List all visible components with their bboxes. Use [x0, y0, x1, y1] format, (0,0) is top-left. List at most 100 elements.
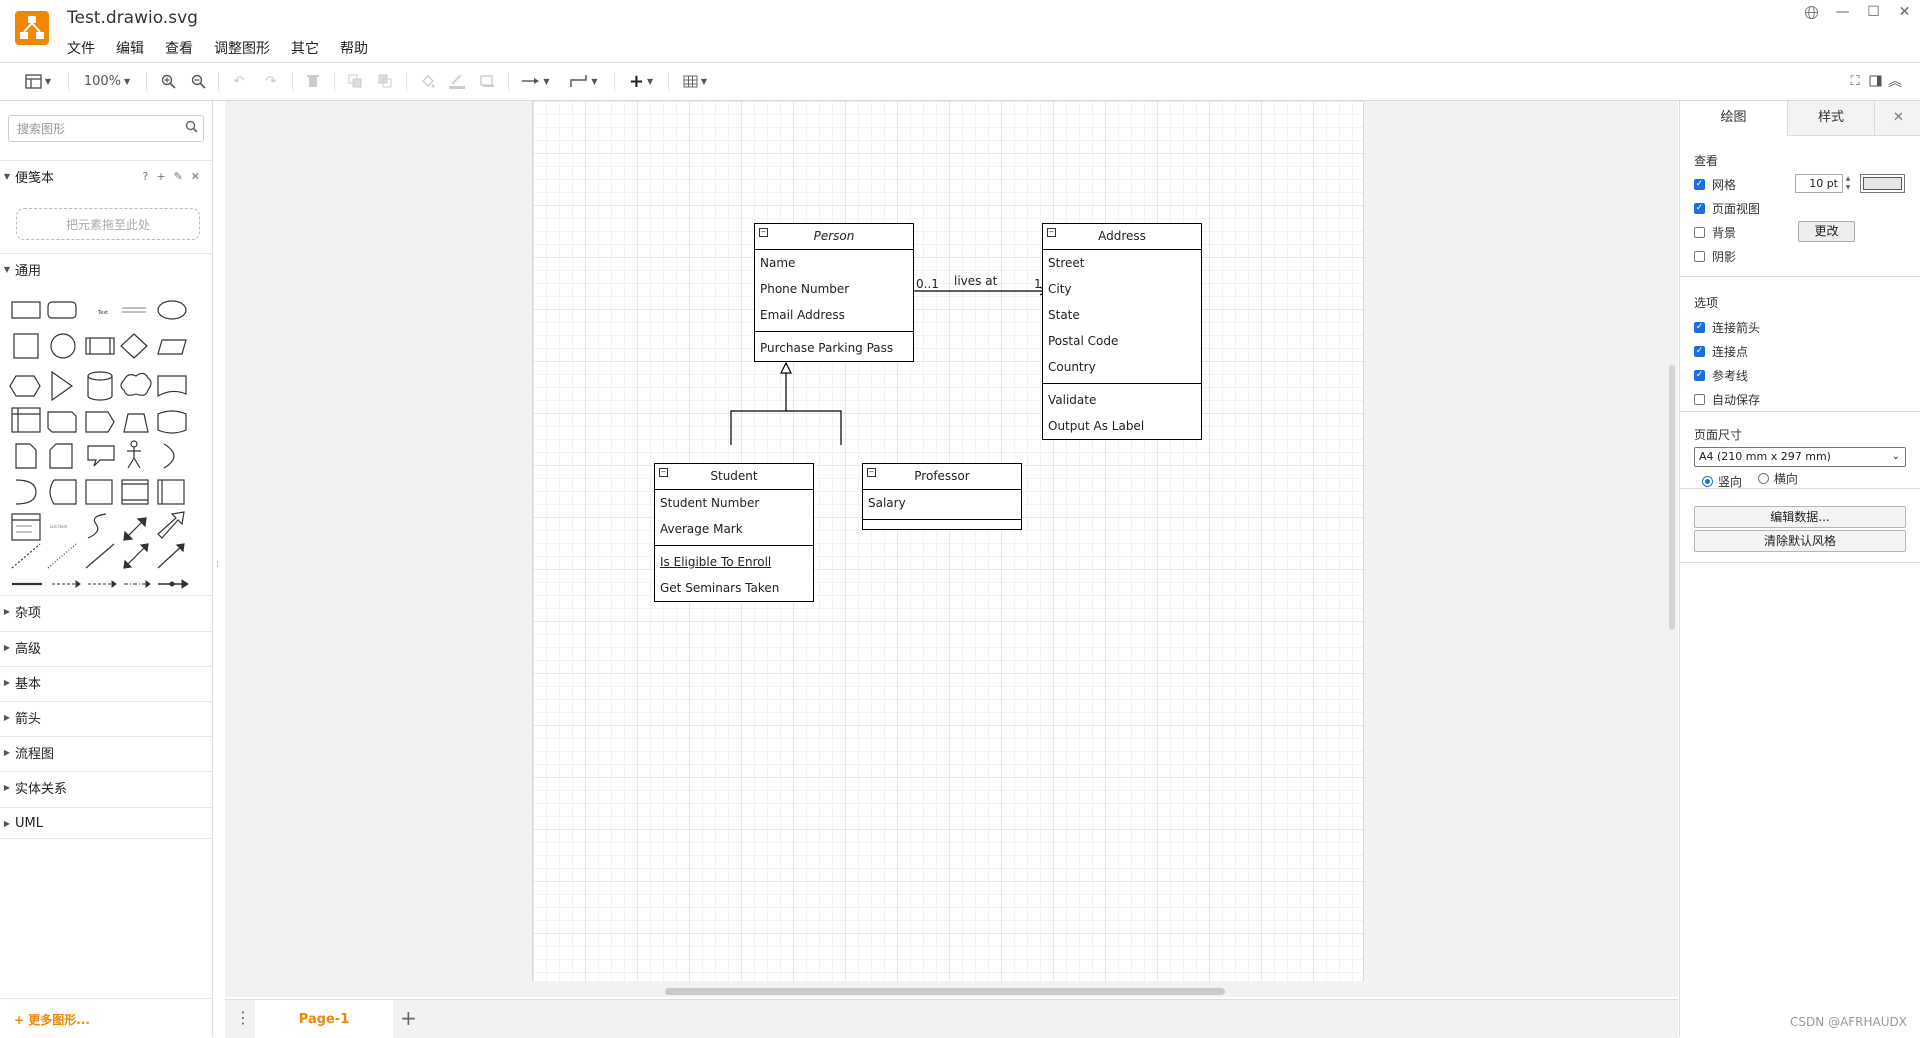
- close-icon[interactable]: ✕: [191, 170, 200, 183]
- menu-edit[interactable]: 编辑: [116, 38, 144, 58]
- checkbox-checked-icon[interactable]: [1694, 203, 1705, 214]
- attribute-row[interactable]: Country: [1043, 354, 1201, 380]
- collapse-icon[interactable]: ︽: [1886, 71, 1904, 91]
- add-icon[interactable]: +: [156, 170, 165, 183]
- category-basic[interactable]: ▶ 基本: [0, 666, 212, 697]
- association-label[interactable]: lives at: [954, 274, 997, 288]
- language-globe-icon[interactable]: [1796, 0, 1827, 24]
- page-view-checkbox[interactable]: 页面视图: [1694, 200, 1760, 217]
- collapse-icon[interactable]: −: [867, 468, 876, 477]
- portrait-radio[interactable]: 竖向: [1702, 473, 1742, 490]
- table-icon[interactable]: ▼: [678, 71, 712, 91]
- shape-search-input[interactable]: [15, 119, 179, 139]
- checkbox-unchecked-icon[interactable]: [1694, 227, 1705, 238]
- attribute-row[interactable]: Email Address: [755, 302, 913, 328]
- page-menu-icon[interactable]: ⋮: [235, 1008, 251, 1027]
- fullscreen-icon[interactable]: ⛶: [1846, 71, 1864, 91]
- line-color-icon[interactable]: [446, 71, 468, 91]
- landscape-radio[interactable]: 横向: [1757, 470, 1798, 487]
- redo-icon[interactable]: ↷: [260, 71, 282, 91]
- operation-row[interactable]: Purchase Parking Pass: [755, 331, 913, 361]
- menu-arrange[interactable]: 调整图形: [214, 38, 270, 58]
- category-advanced[interactable]: ▶ 高级: [0, 631, 212, 662]
- category-arrows[interactable]: ▶ 箭头: [0, 701, 212, 732]
- grid-color-swatch[interactable]: [1860, 174, 1905, 193]
- target-multiplicity[interactable]: 1: [1034, 277, 1042, 291]
- maximize-icon[interactable]: ☐: [1858, 0, 1889, 24]
- collapse-icon[interactable]: −: [759, 228, 768, 237]
- radio-selected-icon[interactable]: [1702, 476, 1713, 487]
- attribute-row[interactable]: Salary: [863, 490, 1021, 516]
- class-professor[interactable]: − Professor Salary: [862, 463, 1022, 530]
- waypoints-icon[interactable]: ▼: [566, 71, 602, 91]
- attribute-row[interactable]: Average Mark: [655, 516, 813, 542]
- grid-size-input[interactable]: 10 pt: [1795, 174, 1843, 193]
- panel-layout-icon[interactable]: ▼: [20, 71, 56, 91]
- zoom-select[interactable]: 100% ▼: [78, 71, 136, 91]
- class-address[interactable]: − Address Street City State Postal Code …: [1042, 223, 1202, 440]
- class-header[interactable]: − Student: [655, 464, 813, 490]
- checkbox-unchecked-icon[interactable]: [1694, 394, 1705, 405]
- zoom-in-icon[interactable]: [158, 71, 178, 91]
- class-header[interactable]: − Professor: [863, 464, 1021, 490]
- to-front-icon[interactable]: [344, 71, 366, 91]
- edit-data-button[interactable]: 编辑数据...: [1694, 506, 1906, 528]
- category-entity-relation[interactable]: ▶ 实体关系: [0, 771, 212, 802]
- insert-plus-icon[interactable]: + ▼: [624, 71, 658, 92]
- tab-style[interactable]: 样式: [1787, 101, 1874, 136]
- attribute-row[interactable]: Postal Code: [1043, 328, 1201, 354]
- source-multiplicity[interactable]: 0..1: [916, 277, 939, 291]
- class-student[interactable]: − Student Student Number Average Mark Is…: [654, 463, 814, 602]
- checkbox-checked-icon[interactable]: [1694, 322, 1705, 333]
- menu-help[interactable]: 帮助: [340, 38, 368, 58]
- radio-unselected-icon[interactable]: [1757, 473, 1769, 484]
- attribute-row[interactable]: Phone Number: [755, 276, 913, 302]
- autosave-checkbox[interactable]: 自动保存: [1694, 391, 1760, 408]
- attribute-row[interactable]: Student Number: [655, 490, 813, 516]
- file-title[interactable]: Test.drawio.svg: [67, 8, 198, 28]
- collapse-icon[interactable]: −: [1047, 228, 1056, 237]
- shapes-palette-graphic[interactable]: Text List Item: [6, 296, 206, 596]
- attribute-row[interactable]: Street: [1043, 250, 1201, 276]
- shadow-icon[interactable]: [476, 71, 498, 91]
- operations-compartment[interactable]: [863, 519, 1021, 529]
- horizontal-scrollbar[interactable]: [665, 988, 1225, 995]
- background-checkbox[interactable]: 背景: [1694, 224, 1736, 241]
- general-header[interactable]: ▼ 通用: [0, 253, 212, 284]
- checkbox-checked-icon[interactable]: [1694, 179, 1705, 190]
- close-icon[interactable]: ✕: [1889, 0, 1920, 24]
- format-panel-icon[interactable]: [1866, 71, 1884, 91]
- help-icon[interactable]: ?: [143, 170, 149, 183]
- guides-checkbox[interactable]: 参考线: [1694, 367, 1748, 384]
- operation-row[interactable]: Output As Label: [1043, 413, 1201, 439]
- more-shapes-button[interactable]: + 更多图形...: [14, 1011, 90, 1028]
- attribute-row[interactable]: Name: [755, 250, 913, 276]
- category-uml[interactable]: ▶ UML: [0, 807, 212, 839]
- zoom-out-icon[interactable]: [188, 71, 208, 91]
- close-icon[interactable]: ✕: [1874, 101, 1920, 136]
- minimize-icon[interactable]: —: [1827, 0, 1858, 24]
- scratchpad-header[interactable]: ▼ 便笺本 ? + ✎ ✕: [0, 160, 212, 191]
- undo-icon[interactable]: ↶: [228, 71, 250, 91]
- class-header[interactable]: − Person: [755, 224, 913, 250]
- clear-default-style-button[interactable]: 清除默认风格: [1694, 530, 1906, 552]
- connection-points-checkbox[interactable]: 连接点: [1694, 343, 1748, 360]
- checkbox-unchecked-icon[interactable]: [1694, 251, 1705, 262]
- delete-icon[interactable]: [302, 71, 324, 91]
- grid-size-stepper[interactable]: ▲ ▼: [1843, 174, 1853, 193]
- attribute-row[interactable]: State: [1043, 302, 1201, 328]
- menu-file[interactable]: 文件: [67, 38, 95, 58]
- change-background-button[interactable]: 更改: [1798, 221, 1855, 242]
- menu-view[interactable]: 查看: [165, 38, 193, 58]
- attribute-row[interactable]: City: [1043, 276, 1201, 302]
- connection-arrows-checkbox[interactable]: 连接箭头: [1694, 319, 1760, 336]
- operation-row[interactable]: Validate: [1043, 383, 1201, 413]
- vertical-scrollbar[interactable]: [1669, 365, 1675, 630]
- category-misc[interactable]: ▶ 杂项: [0, 595, 212, 626]
- search-icon[interactable]: [185, 120, 198, 136]
- fill-color-icon[interactable]: [416, 71, 438, 91]
- category-flowchart[interactable]: ▶ 流程图: [0, 736, 212, 767]
- menu-extras[interactable]: 其它: [291, 38, 319, 58]
- operation-row[interactable]: Is Eligible To Enroll: [655, 545, 813, 575]
- to-back-icon[interactable]: [374, 71, 396, 91]
